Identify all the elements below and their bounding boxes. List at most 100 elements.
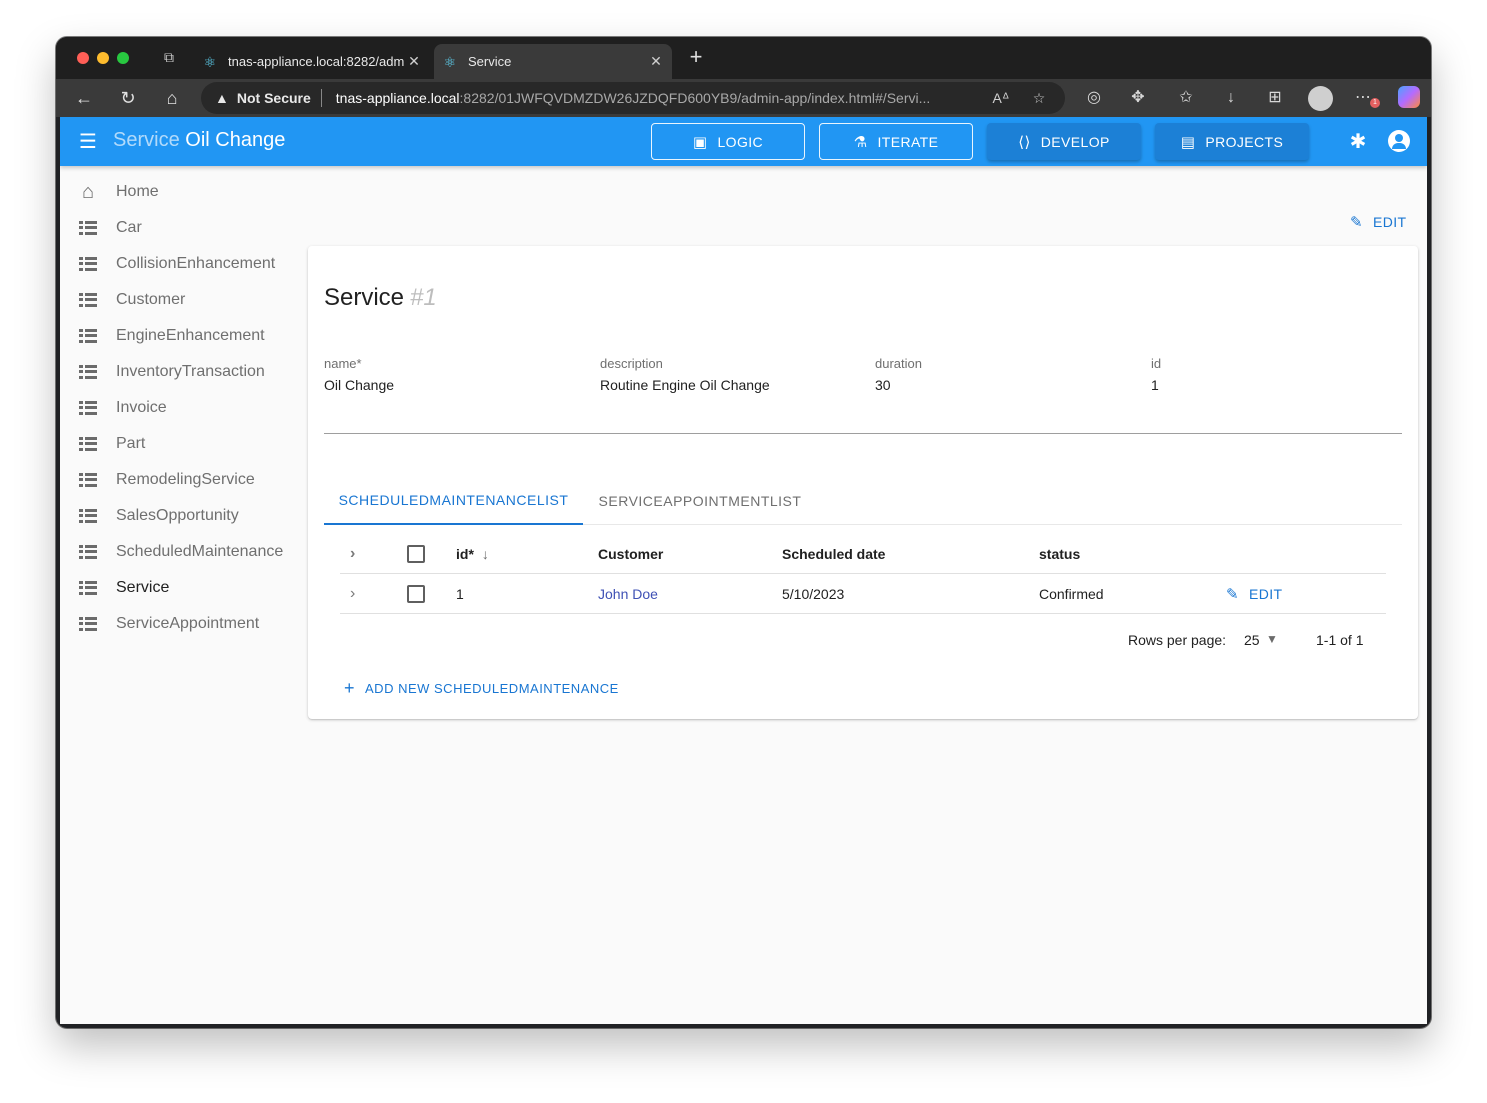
expand-all-icon[interactable]: › [350, 535, 355, 573]
row-checkbox[interactable] [407, 574, 425, 613]
pencil-icon: ✎ [1226, 585, 1239, 603]
app-content: ☰ Service Oil Change ▣ LOGIC ⚗ ITERATE ⟨… [60, 117, 1427, 1024]
tab-scheduledmaintenancelist[interactable]: SCHEDULEDMAINTENANCELIST [324, 477, 583, 525]
sidebar-item-part[interactable]: Part [60, 426, 300, 462]
close-tab-icon[interactable]: ✕ [648, 53, 664, 70]
workspaces-icon[interactable]: ⧉ [164, 49, 182, 67]
record-type: Service [324, 284, 405, 311]
field-name: name* Oil Change [324, 356, 394, 393]
sidebar-item-serviceappointment[interactable]: ServiceAppointment [60, 606, 300, 642]
read-aloud-icon[interactable]: A͏ᐞ [989, 90, 1013, 107]
tracking-icon[interactable]: ◎ [1083, 87, 1105, 109]
column-header-label: id* [456, 546, 474, 562]
close-window-button[interactable] [77, 52, 89, 64]
sidebar-item-collisionenhancement[interactable]: CollisionEnhancement [60, 246, 300, 282]
sidebar-item-label: EngineEnhancement [116, 327, 265, 344]
pagination-range: 1-1 of 1 [1316, 632, 1364, 648]
address-bar[interactable]: ▲ Not Secure tnas-appliance.local :8282/… [201, 82, 1065, 114]
extensions-icon[interactable]: ✥ [1127, 87, 1149, 109]
sidebar-item-car[interactable]: Car [60, 210, 300, 246]
home-icon[interactable]: ⌂ [160, 86, 184, 110]
collections-icon[interactable]: ⊞ [1264, 87, 1286, 109]
select-all-checkbox[interactable] [407, 535, 425, 573]
tab-title: Service [468, 54, 512, 69]
column-header-label: status [1039, 546, 1081, 562]
sidebar-item-label: Part [116, 435, 146, 452]
add-new-scheduledmaintenance-button[interactable]: + ADD NEW SCHEDULEDMAINTENANCE [344, 679, 619, 697]
expand-row-icon[interactable]: › [350, 574, 355, 613]
account-icon[interactable] [1388, 130, 1410, 152]
projects-button[interactable]: ▤ PROJECTS [1155, 123, 1309, 160]
iterate-button[interactable]: ⚗ ITERATE [819, 123, 973, 160]
title-main: Oil Change [185, 129, 286, 151]
favorites-icon[interactable]: ✩ [1175, 87, 1197, 109]
app-bar: ☰ Service Oil Change ▣ LOGIC ⚗ ITERATE ⟨… [60, 117, 1427, 166]
close-tab-icon[interactable]: ✕ [406, 53, 422, 70]
browser-tab[interactable]: ⚛ tnas-appliance.local:8282/adm ✕ [194, 44, 430, 79]
tab-title: tnas-appliance.local:8282/adm [228, 54, 405, 69]
hamburger-menu-icon[interactable]: ☰ [76, 130, 100, 154]
copilot-icon[interactable] [1398, 86, 1420, 108]
projects-button-label: PROJECTS [1205, 133, 1284, 150]
sidebar-item-home[interactable]: ⌂ Home [60, 174, 300, 210]
customer-link[interactable]: John Doe [598, 574, 658, 613]
cell-scheduled-date: 5/10/2023 [782, 585, 845, 602]
new-tab-button[interactable]: + [684, 46, 708, 70]
sidebar-item-label: Service [116, 579, 170, 596]
chip-icon: ▣ [692, 133, 708, 151]
downloads-icon[interactable]: ↓ [1220, 87, 1242, 109]
sidebar-item-label: SalesOpportunity [116, 507, 239, 524]
column-header-label: Customer [598, 546, 664, 562]
column-header-id[interactable]: id* ↓ [456, 535, 489, 573]
pagination: Rows per page: 25 ▼ 1-1 of 1 [308, 632, 1418, 652]
field-value: Routine Engine Oil Change [600, 377, 770, 393]
sidebar-item-salesopportunity[interactable]: SalesOpportunity [60, 498, 300, 534]
rows-per-page-select[interactable]: 25 [1244, 632, 1260, 648]
list-icon [78, 362, 98, 382]
field-value: 30 [875, 377, 891, 393]
sidebar-item-customer[interactable]: Customer [60, 282, 300, 318]
sidebar-item-service[interactable]: Service [60, 570, 300, 606]
list-icon [78, 614, 98, 634]
sidebar-item-scheduledmaintenance[interactable]: ScheduledMaintenance [60, 534, 300, 570]
column-header-customer[interactable]: Customer [598, 535, 663, 573]
sidebar-item-invoice[interactable]: Invoice [60, 390, 300, 426]
minimize-window-button[interactable] [97, 52, 109, 64]
list-icon [78, 470, 98, 490]
maximize-window-button[interactable] [117, 52, 129, 64]
favorite-star-icon[interactable]: ☆ [1027, 90, 1051, 107]
edit-record-button[interactable]: ✎ EDIT [1350, 213, 1406, 231]
dropdown-arrow-icon[interactable]: ▼ [1266, 632, 1278, 646]
tab-serviceappointmentlist[interactable]: SERVICEAPPOINTMENTLIST [583, 477, 817, 525]
column-header-scheduled-date[interactable]: Scheduled date [782, 535, 885, 573]
develop-button[interactable]: ⟨⟩ DEVELOP [987, 123, 1141, 160]
table-row[interactable]: › 1 John Doe 5/10/2023 Confirmed ✎ EDIT [340, 574, 1386, 614]
sort-descending-icon: ↓ [481, 546, 489, 562]
sidebar-item-label: Car [116, 219, 142, 236]
column-header-status[interactable]: status [1039, 535, 1080, 573]
sidebar-item-engineenhancement[interactable]: EngineEnhancement [60, 318, 300, 354]
sidebar-item-label: ServiceAppointment [116, 615, 260, 632]
field-duration: duration 30 [875, 356, 922, 393]
browser-tab-active[interactable]: ⚛ Service ✕ [434, 44, 672, 79]
list-icon [78, 506, 98, 526]
tab-label: SERVICEAPPOINTMENTLIST [598, 493, 802, 509]
field-value: 1 [1151, 377, 1159, 393]
list-icon [78, 290, 98, 310]
field-label: duration [875, 356, 922, 371]
sidebar-item-remodelingservice[interactable]: RemodelingService [60, 462, 300, 498]
profile-avatar[interactable] [1308, 86, 1333, 111]
security-label[interactable]: Not Secure [237, 90, 311, 106]
back-icon[interactable]: ← [72, 86, 96, 110]
reload-icon[interactable]: ↻ [116, 86, 140, 110]
sidebar-item-inventorytransaction[interactable]: InventoryTransaction [60, 354, 300, 390]
logic-button[interactable]: ▣ LOGIC [651, 123, 805, 160]
sidebar-item-label: CollisionEnhancement [116, 255, 276, 272]
record-title: Service #1 [324, 284, 437, 312]
list-icon [78, 578, 98, 598]
list-icon [78, 398, 98, 418]
slack-icon[interactable]: ✱ [1347, 131, 1369, 153]
sidebar-item-label: Home [116, 183, 159, 200]
row-edit-button[interactable]: ✎ EDIT [1226, 574, 1282, 613]
separator [320, 89, 322, 107]
